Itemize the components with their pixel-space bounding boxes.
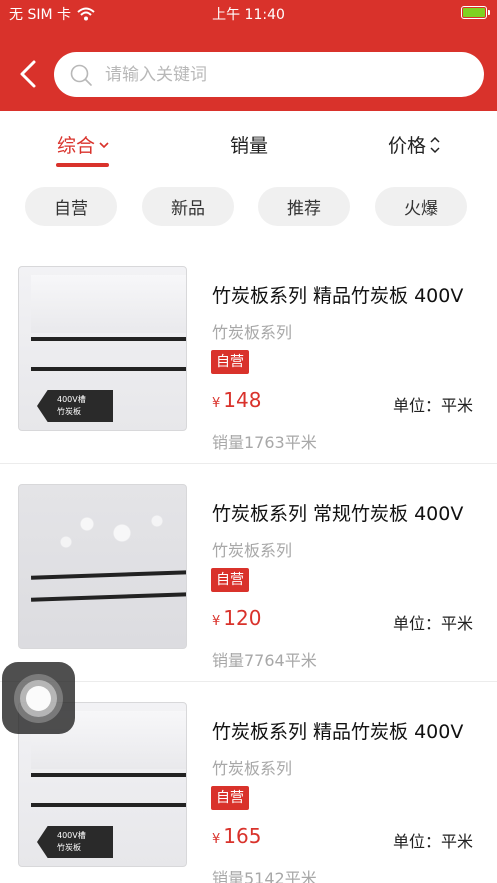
product-image: 400V槽 竹炭板 <box>18 266 187 431</box>
product-image-tag-line: 竹炭板 <box>57 843 81 852</box>
product-price: ¥ 148 <box>212 388 261 412</box>
battery-icon <box>461 6 490 19</box>
product-category: 竹炭板系列 <box>212 323 293 342</box>
tab-price[interactable]: 价格 <box>388 131 441 158</box>
price-value: 148 <box>223 388 262 412</box>
product-category: 竹炭板系列 <box>212 541 293 560</box>
product-image-tag-line: 竹炭板 <box>57 407 81 416</box>
product-item[interactable]: 竹炭板系列 常规竹炭板 400V 竹炭板系列 自营 ¥ 120 单位：平米 销量… <box>0 464 497 682</box>
assistive-touch-button[interactable] <box>2 662 75 734</box>
product-price: ¥ 165 <box>212 824 261 848</box>
status-time: 上午 11:40 <box>212 7 285 23</box>
self-operated-badge: 自营 <box>211 786 249 810</box>
tab-sales-label: 销量 <box>230 135 269 157</box>
tab-comprehensive-label: 综合 <box>57 135 96 157</box>
search-icon <box>70 64 92 86</box>
product-unit: 单位：平米 <box>392 396 473 415</box>
search-bar[interactable] <box>54 52 484 97</box>
product-title: 竹炭板系列 常规竹炭板 400V <box>212 503 464 525</box>
product-sales: 销量1763平米 <box>212 433 317 452</box>
product-image-tag-line: 400V槽 <box>57 395 86 404</box>
tab-price-label: 价格 <box>388 135 427 157</box>
currency-symbol: ¥ <box>212 396 221 411</box>
search-input[interactable] <box>105 64 435 85</box>
product-item[interactable]: 400V槽 竹炭板 竹炭板系列 精品竹炭板 400V 竹炭板系列 自营 ¥ 14… <box>0 246 497 464</box>
chevron-down-icon <box>99 141 109 148</box>
currency-symbol: ¥ <box>212 832 221 847</box>
active-tab-indicator <box>56 163 109 167</box>
header: 无 SIM 卡 上午 11:40 <box>0 0 497 111</box>
product-image-tag: 400V槽 竹炭板 <box>37 826 113 858</box>
product-sales: 销量5142平米 <box>212 869 317 883</box>
product-title: 竹炭板系列 精品竹炭板 400V <box>212 721 464 743</box>
currency-symbol: ¥ <box>212 614 221 629</box>
sort-tabs: 综合 销量 价格 <box>0 111 497 177</box>
product-image-tag: 400V槽 竹炭板 <box>37 390 113 422</box>
product-category: 竹炭板系列 <box>212 759 293 778</box>
back-button[interactable] <box>14 56 44 92</box>
price-value: 165 <box>223 824 262 848</box>
self-operated-badge: 自营 <box>211 568 249 592</box>
self-operated-badge: 自营 <box>211 350 249 374</box>
filter-chip-self-operated[interactable]: 自营 <box>25 187 117 226</box>
product-image-tag-line: 400V槽 <box>57 831 86 840</box>
product-unit: 单位：平米 <box>392 614 473 633</box>
status-bar: 无 SIM 卡 上午 11:40 <box>0 0 497 26</box>
product-sales: 销量7764平米 <box>212 651 317 670</box>
filter-chip-hot[interactable]: 火爆 <box>375 187 467 226</box>
sort-arrows-icon <box>430 136 440 153</box>
filter-chip-recommended[interactable]: 推荐 <box>258 187 350 226</box>
product-image <box>18 484 187 649</box>
tab-sales[interactable]: 销量 <box>230 131 268 158</box>
product-unit: 单位：平米 <box>392 832 473 851</box>
product-list-screen: 无 SIM 卡 上午 11:40 综合 <box>0 0 497 883</box>
chevron-left-icon <box>20 60 36 88</box>
product-title: 竹炭板系列 精品竹炭板 400V <box>212 285 464 307</box>
price-value: 120 <box>223 606 262 630</box>
tab-comprehensive[interactable]: 综合 <box>57 131 110 158</box>
filter-chip-new[interactable]: 新品 <box>142 187 234 226</box>
product-price: ¥ 120 <box>212 606 261 630</box>
